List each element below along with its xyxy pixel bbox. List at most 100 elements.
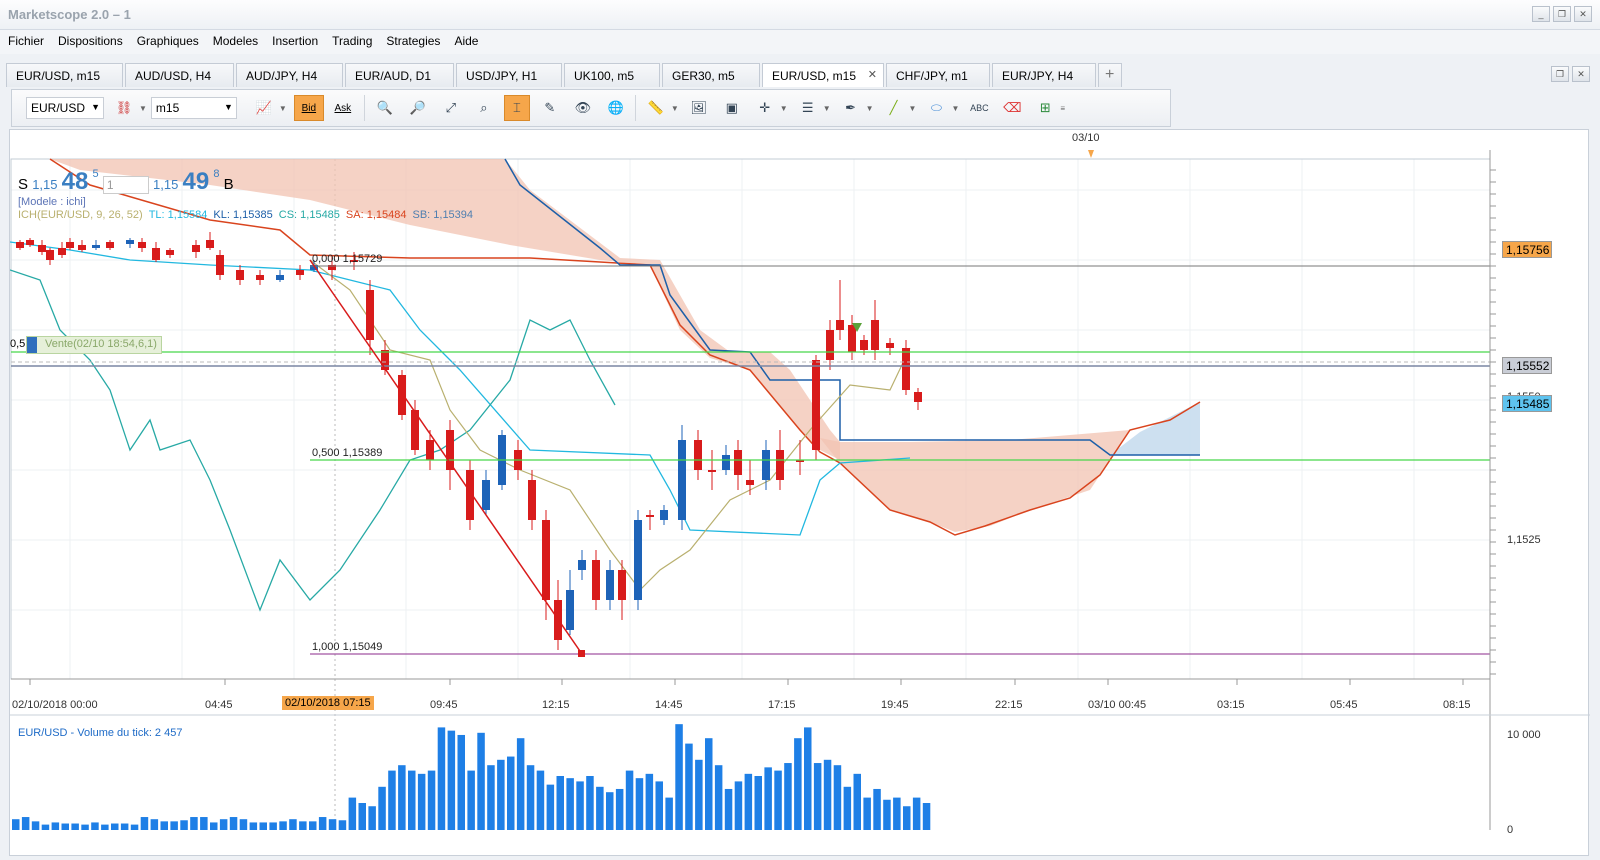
menu-strategies[interactable]: Strategies	[378, 30, 446, 54]
add-tab-button[interactable]: +	[1098, 63, 1122, 87]
candle-body	[426, 440, 434, 460]
window-controls: _ ❐ ✕	[1532, 6, 1592, 22]
candle-body	[708, 470, 716, 472]
tab-chfjpy-m1[interactable]: CHF/JPY, m1	[886, 63, 990, 87]
bid-button[interactable]: Bid	[293, 95, 324, 121]
zoom-out-icon[interactable]: 🔎	[405, 95, 431, 121]
menu-graphiques[interactable]: Graphiques	[129, 30, 205, 54]
image-icon[interactable]: 🖼	[686, 95, 712, 121]
crosshair-tool-icon[interactable]: ✛	[752, 95, 778, 121]
tab-audusd-h4[interactable]: AUD/USD, H4	[125, 63, 234, 87]
tab-ger30-m5[interactable]: GER30, m5	[662, 63, 760, 87]
volume-bar	[210, 822, 218, 830]
tab-uk100-m5[interactable]: UK100, m5	[564, 63, 660, 87]
close-tab-icon[interactable]: ✕	[868, 68, 877, 81]
chart-toolbar: EUR/USD ▼ ⛓ ▼ m15 ▼ 📈 ▼ Bid Ask 🔍 🔎 ⤢ ⌕ …	[11, 89, 1171, 127]
tree-icon[interactable]: ⊞	[1032, 95, 1058, 121]
trendline-icon[interactable]: ╱	[881, 95, 907, 121]
indicator-lines	[9, 158, 1201, 612]
eraser-icon[interactable]: ⌫	[999, 95, 1025, 121]
tab-eurusd-m15-active[interactable]: EUR/USD, m15 ✕	[762, 63, 884, 87]
chevron-down-icon[interactable]: ▼	[909, 104, 917, 113]
cloud-area-red	[50, 159, 840, 460]
order-handle[interactable]	[27, 337, 37, 353]
volume-bar	[41, 824, 50, 830]
candle-body	[152, 248, 160, 260]
chart-tabs: EUR/USD, m15 AUD/USD, H4 AUD/JPY, H4 EUR…	[6, 63, 1124, 87]
price-chart[interactable]: 0,000 1,157290,500 1,153891,000 1,15049 …	[9, 130, 1590, 857]
price-tag-cs: 1,15485	[1502, 395, 1552, 412]
menu-fichier[interactable]: Fichier	[0, 30, 50, 54]
volume-bar	[101, 824, 109, 830]
close-panel-button[interactable]: ✕	[1572, 66, 1590, 82]
candle-body	[618, 570, 626, 600]
volume-bar	[843, 786, 852, 830]
volume-bar	[190, 817, 198, 830]
menu-aide[interactable]: Aide	[446, 30, 484, 54]
chart-type-icon[interactable]: 📈	[251, 95, 277, 121]
menu-insertion[interactable]: Insertion	[264, 30, 324, 54]
top-date-label: 03/10	[1072, 132, 1100, 144]
tab-eurusd-m15[interactable]: EUR/USD, m15	[6, 63, 123, 87]
chevron-down-icon[interactable]: ▼	[823, 104, 831, 113]
timeframe-select[interactable]: m15 ▼	[150, 97, 237, 119]
instrument-select[interactable]: EUR/USD ▼	[26, 97, 104, 119]
text-tool-icon[interactable]: ABC	[966, 95, 992, 121]
ruler-icon[interactable]: 📏	[643, 95, 669, 121]
eye-icon[interactable]: 👁	[570, 95, 596, 121]
sell-price-sup: 5	[92, 168, 99, 180]
buy-price-big[interactable]: 49	[183, 168, 210, 195]
chart-area[interactable]: 0,000 1,15729 0,500 1,15389 1,000 1,15049 …	[9, 129, 1590, 857]
panel-controls: ❐ ✕	[1551, 66, 1590, 82]
minimize-button[interactable]: _	[1532, 6, 1550, 22]
window-icon[interactable]: ▣	[719, 95, 745, 121]
chevron-down-icon[interactable]: ▼	[139, 104, 147, 113]
sell-order-tag[interactable]: Vente(02/10 18:54,6,1)	[26, 336, 162, 354]
restore-panel-button[interactable]: ❐	[1551, 66, 1569, 82]
maximize-button[interactable]: ❐	[1553, 6, 1571, 22]
properties-icon[interactable]: ✎	[537, 95, 563, 121]
time-tick-label: 19:45	[881, 699, 909, 711]
candlesticks	[16, 232, 922, 650]
chevron-down-icon[interactable]: ▼	[780, 104, 788, 113]
ask-button[interactable]: Ask	[328, 95, 358, 121]
volume-bar	[12, 819, 20, 830]
candle-body	[592, 560, 600, 600]
zoom-area-icon[interactable]: ⌕	[471, 95, 497, 121]
volume-bar	[536, 770, 545, 830]
close-button[interactable]: ✕	[1574, 6, 1592, 22]
chevron-down-icon[interactable]: ▼	[279, 104, 287, 113]
volume-bar	[734, 781, 743, 830]
volume-bar	[863, 797, 871, 830]
volume-bar	[853, 773, 861, 830]
candle-body	[16, 242, 24, 248]
crosshair-icon[interactable]: ⌶	[503, 95, 530, 121]
volume-bar	[457, 734, 465, 830]
quantity-field[interactable]: 1	[102, 176, 149, 195]
instrument-link-icon[interactable]: ⛓	[111, 95, 137, 121]
tenkan-value: TL: 1,15584	[148, 209, 208, 221]
chevron-down-icon[interactable]: ▼	[671, 104, 679, 113]
menu-trading[interactable]: Trading	[324, 30, 378, 54]
tab-euraud-d1[interactable]: EUR/AUD, D1	[345, 63, 454, 87]
tab-eurjpy-h4[interactable]: EUR/JPY, H4	[992, 63, 1096, 87]
time-tick-label: 03/10 00:45	[1088, 699, 1146, 711]
lines-icon[interactable]: ☰	[795, 95, 821, 121]
menu-modeles[interactable]: Modeles	[205, 30, 264, 54]
globe-icon[interactable]: 🌐	[603, 95, 629, 121]
candle-body	[58, 248, 66, 255]
candle-body	[78, 245, 86, 250]
tab-audjpy-h4[interactable]: AUD/JPY, H4	[236, 63, 343, 87]
tab-usdjpy-h1[interactable]: USD/JPY, H1	[456, 63, 562, 87]
title-bar: Marketscope 2.0 – 1 _ ❐ ✕	[0, 0, 1600, 30]
menu-dispositions[interactable]: Dispositions	[50, 30, 129, 54]
zoom-in-icon[interactable]: 🔍	[372, 95, 398, 121]
sell-price-big[interactable]: 48	[62, 168, 89, 195]
chevron-down-icon[interactable]: ▼	[866, 104, 874, 113]
chevron-down-icon[interactable]: ▼	[951, 104, 959, 113]
overflow-menu-icon[interactable]: ≡	[1060, 104, 1065, 113]
zoom-fit-icon[interactable]: ⤢	[438, 95, 464, 121]
ellipse-icon[interactable]: ⬭	[923, 95, 949, 121]
pen-icon[interactable]: ✒	[838, 95, 864, 121]
volume-bar	[764, 767, 772, 830]
